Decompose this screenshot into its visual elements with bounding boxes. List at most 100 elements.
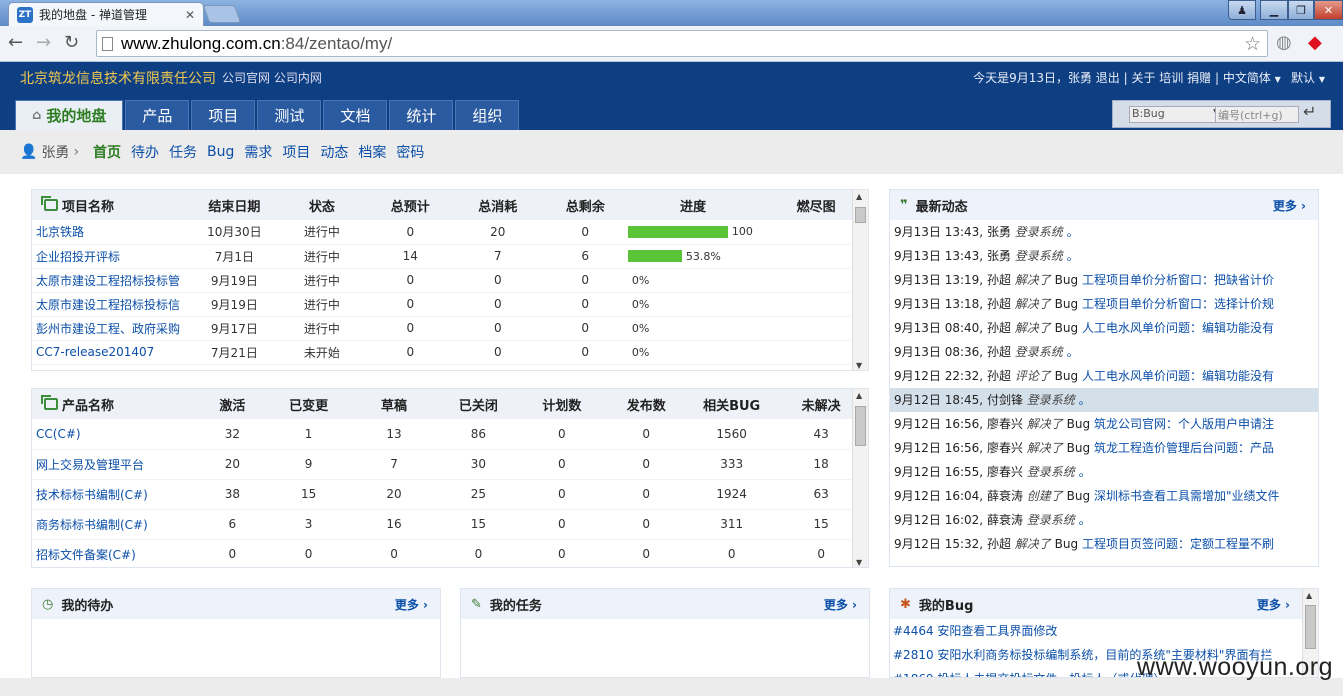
subnav-story[interactable]: 需求 xyxy=(244,142,272,162)
scroll-thumb[interactable] xyxy=(1305,605,1316,649)
product-row: 商务标标书编制(C#) 6 3 16 15 0 0 311 15 xyxy=(32,509,868,540)
scroll-up-icon[interactable]: ▲ xyxy=(856,391,862,400)
date-user-text[interactable]: 今天是9月13日，张勇 退出 xyxy=(973,71,1120,85)
dynamic-object-link[interactable]: 工程项目页签问题：定额工程量不刷 xyxy=(1082,537,1274,551)
dynamic-action: 解决了 xyxy=(1014,297,1051,311)
dynamic-user: 孙超 xyxy=(986,369,1011,383)
dynamic-object-link[interactable]: 人工电水风单价问题：编辑功能没有 xyxy=(1082,369,1274,383)
product-value-cell: 15 xyxy=(265,479,352,510)
theme-select[interactable]: 默认 xyxy=(1291,71,1315,85)
scroll-up-icon[interactable]: ▲ xyxy=(856,192,862,201)
dynamic-time: 9月12日 15:32, xyxy=(894,537,984,551)
tab-my-dashboard[interactable]: ⌂ 我的地盘 xyxy=(15,100,124,130)
scroll-down-icon[interactable]: ▼ xyxy=(856,558,862,567)
project-link[interactable]: 北京铁路 xyxy=(36,225,84,239)
todo-more-link[interactable]: 更多 › xyxy=(395,596,428,613)
subnav-home[interactable]: 首页 xyxy=(93,142,121,162)
project-row: 太原市建设工程招标投标管 9月19日 进行中 0 0 0 0% xyxy=(32,268,868,293)
dynamic-time: 9月12日 18:45, xyxy=(894,393,984,407)
product-link[interactable]: CC(C#) xyxy=(36,427,81,441)
dynamic-object-link[interactable]: 。 xyxy=(1067,249,1079,263)
minimize-icon[interactable]: ▁ xyxy=(1260,0,1288,20)
scroll-thumb[interactable] xyxy=(855,406,866,446)
dynamic-object-link[interactable]: 工程项目单价分析窗口：把缺省计价 xyxy=(1082,273,1274,287)
subnav-project[interactable]: 项目 xyxy=(282,142,310,162)
tab-doc[interactable]: 文档 xyxy=(323,100,388,130)
product-link[interactable]: 技术标标书编制(C#) xyxy=(36,488,148,502)
tab-project[interactable]: 项目 xyxy=(191,100,256,130)
search-type-select[interactable]: B:Bug▼ xyxy=(1129,106,1225,123)
dynamic-object-link[interactable]: 人工电水风单价问题：编辑功能没有 xyxy=(1082,321,1274,335)
end-date-cell: 7月21日 xyxy=(198,340,270,365)
about-links[interactable]: 关于 培训 捐赠 xyxy=(1131,71,1211,85)
company-name[interactable]: 北京筑龙信息技术有限责任公司 xyxy=(20,68,216,88)
dynamic-object-link[interactable]: 筑龙工程造价管理后台问题：产品 xyxy=(1094,441,1274,455)
dynamic-user: 薛衰涛 xyxy=(986,489,1023,503)
dynamic-object-link[interactable]: 筑龙公司官网：个人版用户申请注 xyxy=(1094,417,1274,431)
product-link[interactable]: 商务标标书编制(C#) xyxy=(36,518,148,532)
subnav-profile[interactable]: 档案 xyxy=(358,142,386,162)
tab-report[interactable]: 统计 xyxy=(389,100,454,130)
tab-test[interactable]: 测试 xyxy=(257,100,322,130)
status-cell: 进行中 xyxy=(269,220,374,245)
dynamic-object-link[interactable]: 。 xyxy=(1079,393,1091,407)
subnav-task[interactable]: 任务 xyxy=(169,142,197,162)
dynamic-action: 解决了 xyxy=(1026,417,1063,431)
subnav-password[interactable]: 密码 xyxy=(396,142,424,162)
bug-more-link[interactable]: 更多 › xyxy=(1257,596,1290,613)
dynamic-action: 登录系统 xyxy=(1014,345,1063,359)
dynamic-object-link[interactable]: 。 xyxy=(1067,225,1079,239)
tab-company[interactable]: 组织 xyxy=(455,100,520,130)
dynamic-object-link[interactable]: 深圳标书查看工具需增加"业绩文件 xyxy=(1094,489,1280,503)
project-scrollbar[interactable]: ▲ ▼ xyxy=(852,190,868,370)
subnav-todo[interactable]: 待办 xyxy=(131,142,159,162)
dynamic-time: 9月12日 16:55, xyxy=(894,465,984,479)
product-value-cell: 30 xyxy=(436,449,521,480)
reload-icon[interactable]: ↻ xyxy=(64,32,79,53)
dynamic-user: 孙超 xyxy=(986,321,1011,335)
left-cell: 0 xyxy=(548,292,622,317)
search-id-input[interactable]: 编号(ctrl+g) xyxy=(1215,106,1299,123)
dynamic-object-link[interactable]: 。 xyxy=(1079,465,1091,479)
product-link[interactable]: 招标文件备案(C#) xyxy=(36,548,136,562)
scroll-down-icon[interactable]: ▼ xyxy=(856,361,862,370)
dynamic-time: 9月13日 13:43, xyxy=(894,249,984,263)
product-link[interactable]: 网上交易及管理平台 xyxy=(36,458,144,472)
subnav-bug[interactable]: Bug xyxy=(207,144,234,160)
maximize-icon[interactable]: ❐ xyxy=(1288,0,1314,20)
scroll-up-icon[interactable]: ▲ xyxy=(1306,591,1312,600)
close-window-icon[interactable]: ✕ xyxy=(1314,0,1343,20)
todo-header: ◷ 我的待办 更多 › xyxy=(32,589,440,619)
project-link[interactable]: 彭州市建设工程、政府采购 xyxy=(36,322,180,336)
globe-extension-icon[interactable]: ◍ xyxy=(1276,32,1292,53)
subnav-dynamic[interactable]: 动态 xyxy=(320,142,348,162)
dynamics-more-link[interactable]: 更多 › xyxy=(1273,197,1306,214)
dynamic-object-link[interactable]: 。 xyxy=(1067,345,1079,359)
bookmark-star-icon[interactable]: ☆ xyxy=(1244,33,1261,56)
user-icon[interactable]: ♟ xyxy=(1228,0,1256,20)
product-scrollbar[interactable]: ▲ ▼ xyxy=(852,389,868,567)
project-link[interactable]: 太原市建设工程招标投标信 xyxy=(36,298,180,312)
project-link[interactable]: 企业招投开评标 xyxy=(36,250,120,264)
browser-tab[interactable]: ZT 我的地盘 - 禅道管理 ✕ xyxy=(8,2,204,26)
close-tab-icon[interactable]: ✕ xyxy=(185,8,195,22)
address-bar[interactable]: www.zhulong.com.cn:84/zentao/my/ ☆ xyxy=(96,30,1268,57)
back-arrow-icon[interactable]: ← xyxy=(8,32,23,53)
dynamic-type: Bug xyxy=(1066,489,1091,503)
project-link[interactable]: CC7-release201407 xyxy=(36,345,154,359)
new-tab-button[interactable] xyxy=(202,5,242,23)
task-more-link[interactable]: 更多 › xyxy=(824,596,857,613)
forward-arrow-icon[interactable]: → xyxy=(36,32,51,53)
scroll-thumb[interactable] xyxy=(855,207,866,223)
diamond-extension-icon[interactable]: ◆ xyxy=(1308,32,1322,53)
current-user[interactable]: 张勇 xyxy=(41,142,69,162)
project-row: 北京铁路 10月30日 进行中 0 20 0 100 xyxy=(32,220,868,245)
language-select[interactable]: 中文简体 xyxy=(1223,71,1271,85)
dynamic-object-link[interactable]: 。 xyxy=(1079,513,1091,527)
bug-item[interactable]: #4464 安阳查看工具界面修改 xyxy=(890,619,1318,643)
company-links[interactable]: 公司官网 公司内网 xyxy=(222,69,322,86)
project-link[interactable]: 太原市建设工程招标投标管 xyxy=(36,274,180,288)
enter-icon[interactable]: ↵ xyxy=(1303,102,1316,121)
dynamic-object-link[interactable]: 工程项目单价分析窗口：选择计价规 xyxy=(1082,297,1274,311)
tab-product[interactable]: 产品 xyxy=(125,100,190,130)
